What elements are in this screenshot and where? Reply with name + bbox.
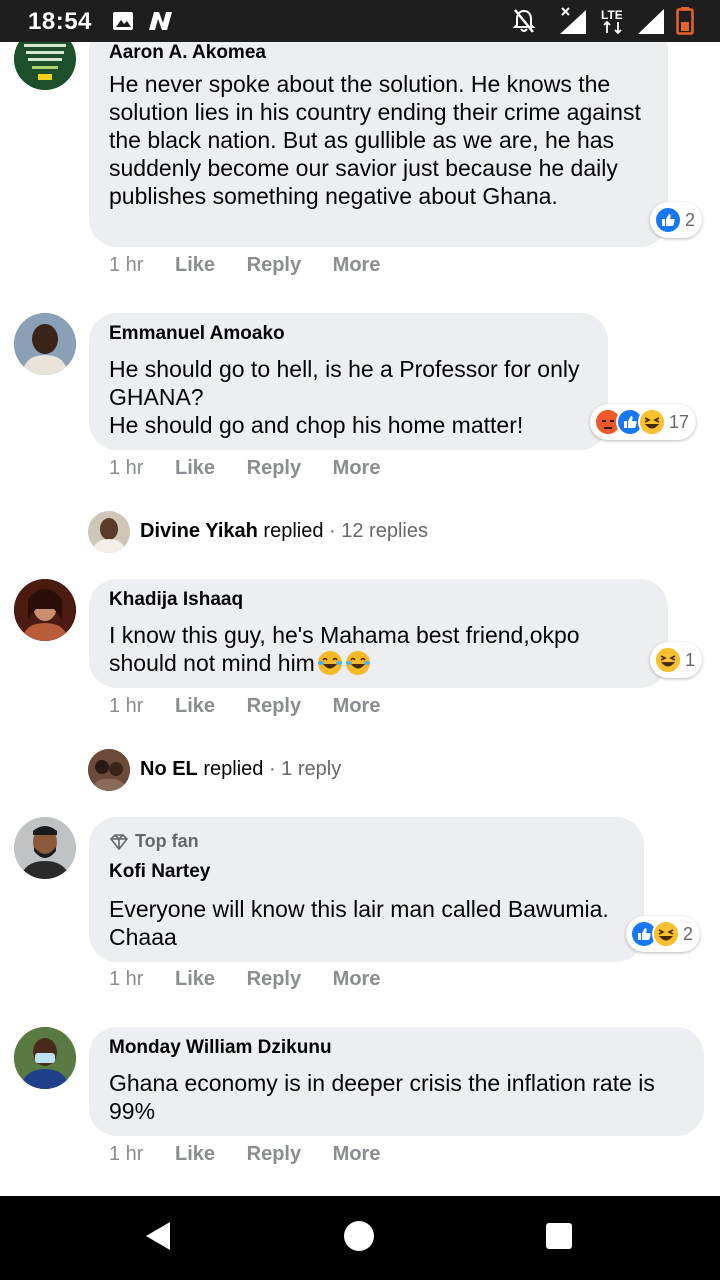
comment-author[interactable]: Emmanuel Amoako (109, 323, 285, 345)
comment-actions: 1 hr Like Reply More (109, 1143, 380, 1166)
avatar[interactable] (14, 313, 76, 375)
avatar[interactable] (14, 579, 76, 641)
more-button[interactable]: More (333, 254, 381, 277)
reply-button[interactable]: Reply (247, 968, 301, 991)
reply-count: · 1 reply (268, 758, 342, 780)
reactions-summary[interactable]: 1 (650, 642, 703, 678)
avatar[interactable] (14, 42, 76, 90)
image-icon (112, 10, 134, 37)
comment-text: He never spoke about the solution. He kn… (109, 71, 641, 209)
more-button[interactable]: More (333, 1143, 381, 1166)
status-bar: 18:54 LTE (0, 0, 720, 42)
reaction-count: 17 (669, 411, 690, 432)
reply-author: Divine Yikah (140, 520, 258, 542)
reply-count: · 12 replies (329, 520, 428, 542)
reactions-summary[interactable]: 2 (650, 202, 703, 238)
replied-label: replied (203, 758, 264, 780)
comment-author[interactable]: Khadija Ishaaq (109, 589, 243, 611)
diamond-icon (109, 834, 129, 851)
tears-of-joy-emoji-icon (345, 651, 370, 675)
signal-icon (636, 6, 666, 41)
home-icon[interactable] (343, 1220, 375, 1257)
replied-label: replied (263, 520, 324, 542)
more-button[interactable]: More (333, 695, 381, 718)
top-fan-label: Top fan (135, 831, 199, 851)
like-button[interactable]: Like (175, 968, 215, 991)
haha-reaction-icon (652, 920, 680, 948)
haha-reaction-icon (638, 408, 666, 436)
navigation-bar (0, 1196, 720, 1280)
reactions-summary[interactable]: 17 (590, 404, 697, 440)
view-replies-link[interactable]: Divine Yikah replied · 12 replies (140, 520, 428, 543)
more-button[interactable]: More (333, 968, 381, 991)
haha-reaction-icon (654, 646, 682, 674)
reply-button[interactable]: Reply (247, 1143, 301, 1166)
n-app-icon (146, 10, 174, 37)
signal-x-icon (558, 6, 590, 41)
avatar[interactable] (14, 817, 76, 879)
reaction-count: 1 (685, 649, 696, 670)
comments-feed[interactable]: Aaron A. Akomea He never spoke about the… (0, 42, 720, 1196)
comment-line: He should go and chop his home matter! (109, 412, 524, 438)
more-button[interactable]: More (333, 457, 381, 480)
back-icon[interactable] (144, 1220, 174, 1257)
comment-time: 1 hr (109, 968, 144, 990)
comment-bubble[interactable]: Khadija Ishaaq I know this guy, he's Mah… (89, 579, 668, 688)
lte-icon: LTE (600, 6, 628, 41)
top-fan-badge: Top fan (109, 831, 199, 852)
reaction-count: 2 (683, 923, 694, 944)
like-button[interactable]: Like (175, 457, 215, 480)
comment-actions: 1 hr Like Reply More (109, 695, 380, 718)
comment-time: 1 hr (109, 457, 144, 479)
comment-actions: 1 hr Like Reply More (109, 457, 380, 480)
comment-text: I know this guy, he's Mahama best friend… (109, 621, 629, 677)
comment-time: 1 hr (109, 1143, 144, 1165)
like-reaction-icon (654, 206, 682, 234)
comment-text: He should go to hell, is he a Professor … (109, 355, 589, 439)
comment-text: Ghana economy is in deeper crisis the in… (109, 1070, 655, 1124)
comment-time: 1 hr (109, 254, 144, 276)
recents-icon[interactable] (545, 1222, 573, 1255)
comment-bubble[interactable]: Monday William Dzikunu Ghana economy is … (89, 1027, 704, 1136)
view-replies-link[interactable]: No EL replied · 1 reply (140, 758, 341, 781)
comment-actions: 1 hr Like Reply More (109, 254, 380, 277)
like-button[interactable]: Like (175, 1143, 215, 1166)
status-time: 18:54 (28, 8, 92, 35)
reactions-summary[interactable]: 2 (626, 916, 701, 952)
reply-button[interactable]: Reply (247, 254, 301, 277)
mute-bell-icon (512, 6, 536, 41)
svg-text:LTE: LTE (601, 8, 623, 22)
reaction-count: 2 (685, 209, 696, 230)
tears-of-joy-emoji-icon (317, 651, 342, 675)
like-button[interactable]: Like (175, 254, 215, 277)
reply-avatar[interactable] (88, 511, 130, 553)
comment-text: Everyone will know this lair man called … (109, 896, 609, 950)
reply-button[interactable]: Reply (247, 695, 301, 718)
like-button[interactable]: Like (175, 695, 215, 718)
comment-time: 1 hr (109, 695, 144, 717)
comment-author[interactable]: Kofi Nartey (109, 861, 210, 883)
avatar[interactable] (14, 1027, 76, 1089)
battery-icon (676, 6, 694, 41)
comment-bubble[interactable]: Top fan Kofi Nartey Everyone will know t… (89, 817, 644, 962)
comment-bubble[interactable]: Aaron A. Akomea He never spoke about the… (89, 42, 668, 247)
comment-author[interactable]: Aaron A. Akomea (109, 42, 266, 64)
comment-actions: 1 hr Like Reply More (109, 968, 380, 991)
reply-avatar[interactable] (88, 749, 130, 791)
comment-line: He should go to hell, is he a Professor … (109, 356, 580, 410)
reply-author: No EL (140, 758, 198, 780)
comment-bubble[interactable]: Emmanuel Amoako He should go to hell, is… (89, 313, 608, 450)
comment-author[interactable]: Monday William Dzikunu (109, 1037, 332, 1059)
reply-button[interactable]: Reply (247, 457, 301, 480)
